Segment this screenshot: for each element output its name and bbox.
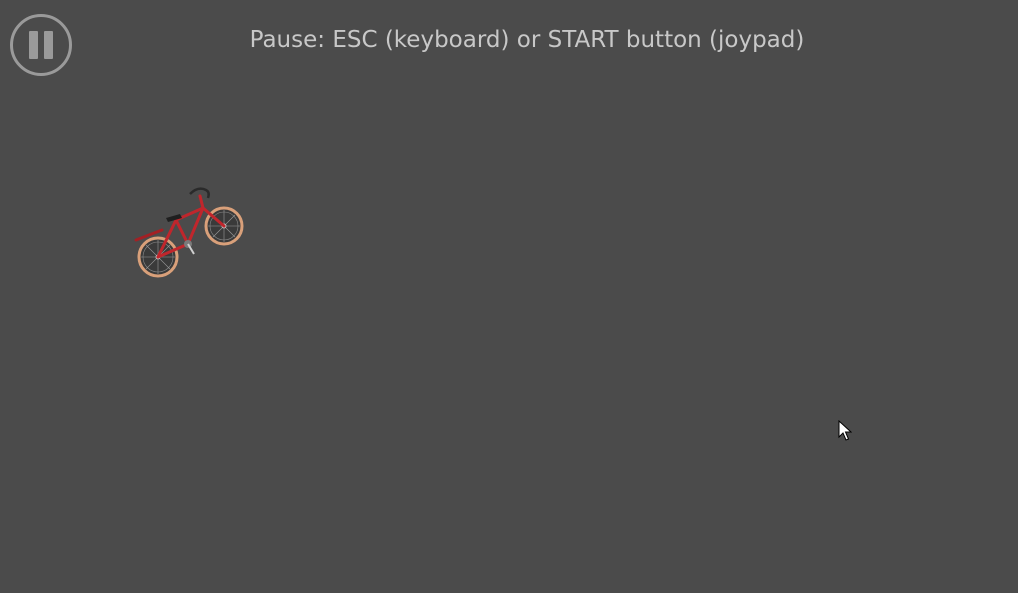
pause-hint-text: Pause: ESC (keyboard) or START button (j…: [249, 27, 805, 53]
crank: [184, 240, 195, 255]
game-canvas[interactable]: Pause: ESC (keyboard) or START button (j…: [0, 0, 1018, 593]
bicycle-sprite: [134, 187, 244, 278]
mouse-cursor-icon: [838, 420, 852, 441]
